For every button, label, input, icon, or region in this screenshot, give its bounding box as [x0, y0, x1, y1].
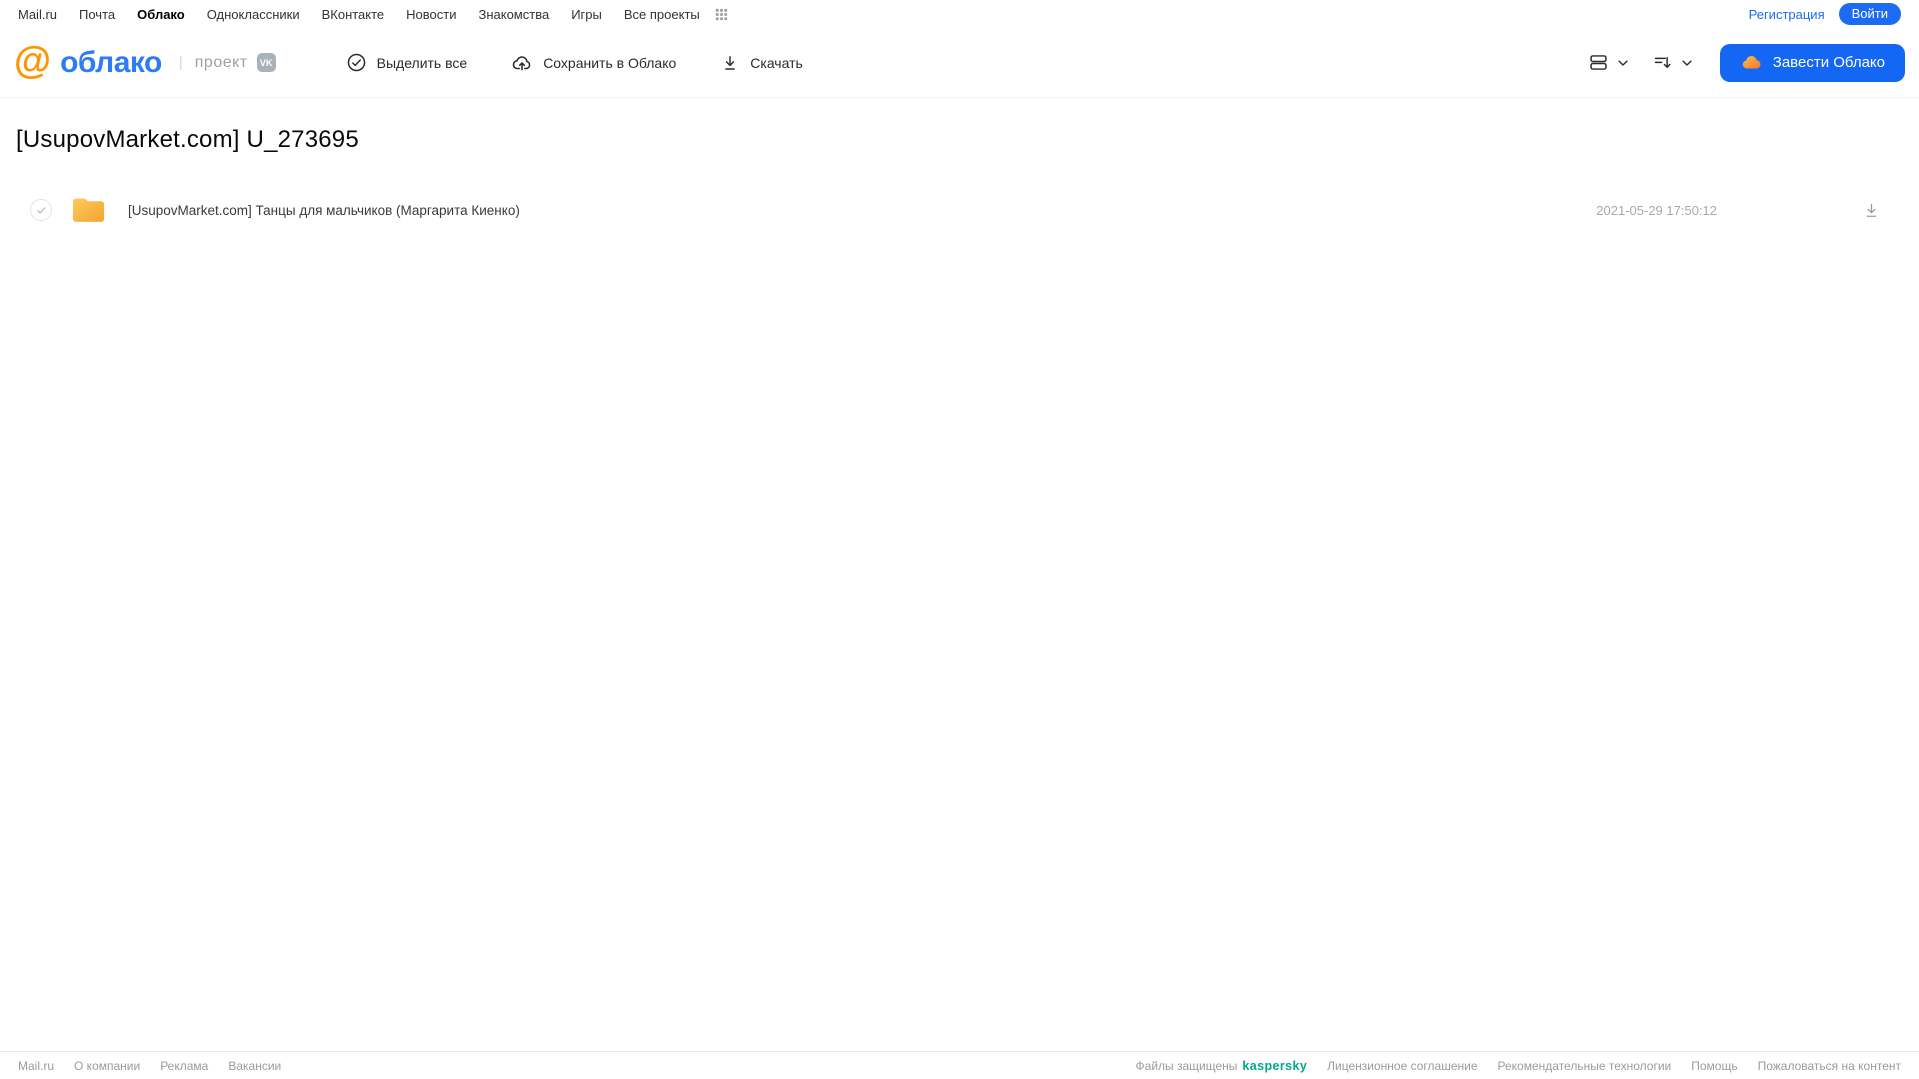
nav-link-cloud[interactable]: Облако	[137, 7, 185, 22]
footer-link-jobs[interactable]: Вакансии	[228, 1059, 281, 1073]
footer-link-recommendations[interactable]: Рекомендательные технологии	[1498, 1059, 1672, 1073]
checkmark-icon	[36, 206, 46, 214]
download-icon	[720, 53, 740, 73]
download-button[interactable]: Скачать	[720, 53, 803, 73]
cloud-logo[interactable]: @ облако | проект VK	[14, 40, 276, 82]
chevron-down-icon	[1616, 56, 1630, 70]
topnav-auth: Регистрация Войти	[1749, 2, 1901, 26]
footer-link-help[interactable]: Помощь	[1691, 1059, 1737, 1073]
footer-link-license[interactable]: Лицензионное соглашение	[1327, 1059, 1477, 1073]
sort-icon	[1652, 52, 1673, 73]
nav-link-all-projects[interactable]: Все проекты	[624, 7, 700, 22]
get-cloud-button[interactable]: Завести Облако	[1719, 43, 1905, 82]
footer-link-about[interactable]: О компании	[74, 1059, 140, 1073]
nav-link-games[interactable]: Игры	[571, 7, 602, 22]
folder-icon	[71, 195, 106, 225]
orange-cloud-icon	[1740, 51, 1763, 74]
file-row[interactable]: [UsupovMarket.com] Танцы для мальчиков (…	[16, 187, 1903, 233]
logo-divider: |	[178, 54, 183, 71]
save-to-cloud-button[interactable]: Сохранить в Облако	[511, 52, 676, 74]
footer-left-links: Mail.ru О компании Реклама Вакансии	[18, 1059, 281, 1073]
kaspersky-protected: Файлы защищены kaspersky	[1136, 1059, 1308, 1073]
nav-link-vkontakte[interactable]: ВКонтакте	[322, 7, 385, 22]
row-download-icon[interactable]	[1862, 201, 1881, 220]
footer-link-report[interactable]: Пожаловаться на контент	[1758, 1059, 1901, 1073]
topnav-links: Mail.ru Почта Облако Одноклассники ВКонт…	[18, 7, 729, 22]
nav-link-mailru[interactable]: Mail.ru	[18, 7, 57, 22]
all-projects-grid-icon[interactable]	[714, 7, 729, 22]
nav-link-dating[interactable]: Знакомства	[478, 7, 549, 22]
login-button[interactable]: Войти	[1838, 2, 1901, 26]
download-label: Скачать	[750, 54, 803, 71]
nav-link-mail[interactable]: Почта	[79, 7, 115, 22]
vk-logo-icon: VK	[256, 53, 276, 72]
footer-right-links: Файлы защищены kaspersky Лицензионное со…	[1136, 1059, 1901, 1073]
header: @ облако | проект VK Выделить все Сохран…	[0, 28, 1919, 98]
toolbar: Выделить все Сохранить в Облако Скачать	[346, 52, 803, 74]
kaspersky-logo: kaspersky	[1242, 1058, 1308, 1073]
row-checkbox[interactable]	[30, 199, 52, 221]
nav-link-news[interactable]: Новости	[406, 7, 456, 22]
save-to-cloud-label: Сохранить в Облако	[543, 54, 677, 71]
footer: Mail.ru О компании Реклама Вакансии Файл…	[0, 1051, 1919, 1079]
check-circle-icon	[346, 52, 367, 73]
view-mode-selector[interactable]	[1588, 52, 1630, 73]
sort-selector[interactable]	[1652, 52, 1694, 73]
nav-link-odnoklassniki[interactable]: Одноклассники	[207, 7, 300, 22]
file-name-link[interactable]: [UsupovMarket.com] Танцы для мальчиков (…	[128, 203, 520, 218]
list-view-icon	[1588, 52, 1609, 73]
footer-link-ads[interactable]: Реклама	[160, 1059, 208, 1073]
select-all-label: Выделить все	[376, 54, 468, 71]
select-all-button[interactable]: Выделить все	[346, 52, 468, 73]
cloud-upload-icon	[511, 52, 533, 74]
mailru-at-icon: @	[14, 40, 52, 82]
project-label: проект	[194, 53, 248, 71]
file-date: 2021-05-29 17:50:12	[1596, 202, 1717, 218]
main-content: [UsupovMarket.com] U_273695 [UsupovMarke…	[0, 126, 1919, 233]
footer-link-mailru[interactable]: Mail.ru	[18, 1059, 54, 1073]
get-cloud-label: Завести Облако	[1772, 54, 1885, 71]
topnav: Mail.ru Почта Облако Одноклассники ВКонт…	[0, 0, 1919, 28]
page-title: [UsupovMarket.com] U_273695	[16, 126, 359, 153]
cloud-logo-text: облако	[60, 45, 162, 79]
protected-by-label: Файлы защищены	[1135, 1058, 1238, 1073]
header-right-controls: Завести Облако	[1588, 43, 1905, 82]
registration-link[interactable]: Регистрация	[1749, 7, 1825, 22]
chevron-down-icon	[1680, 56, 1694, 70]
